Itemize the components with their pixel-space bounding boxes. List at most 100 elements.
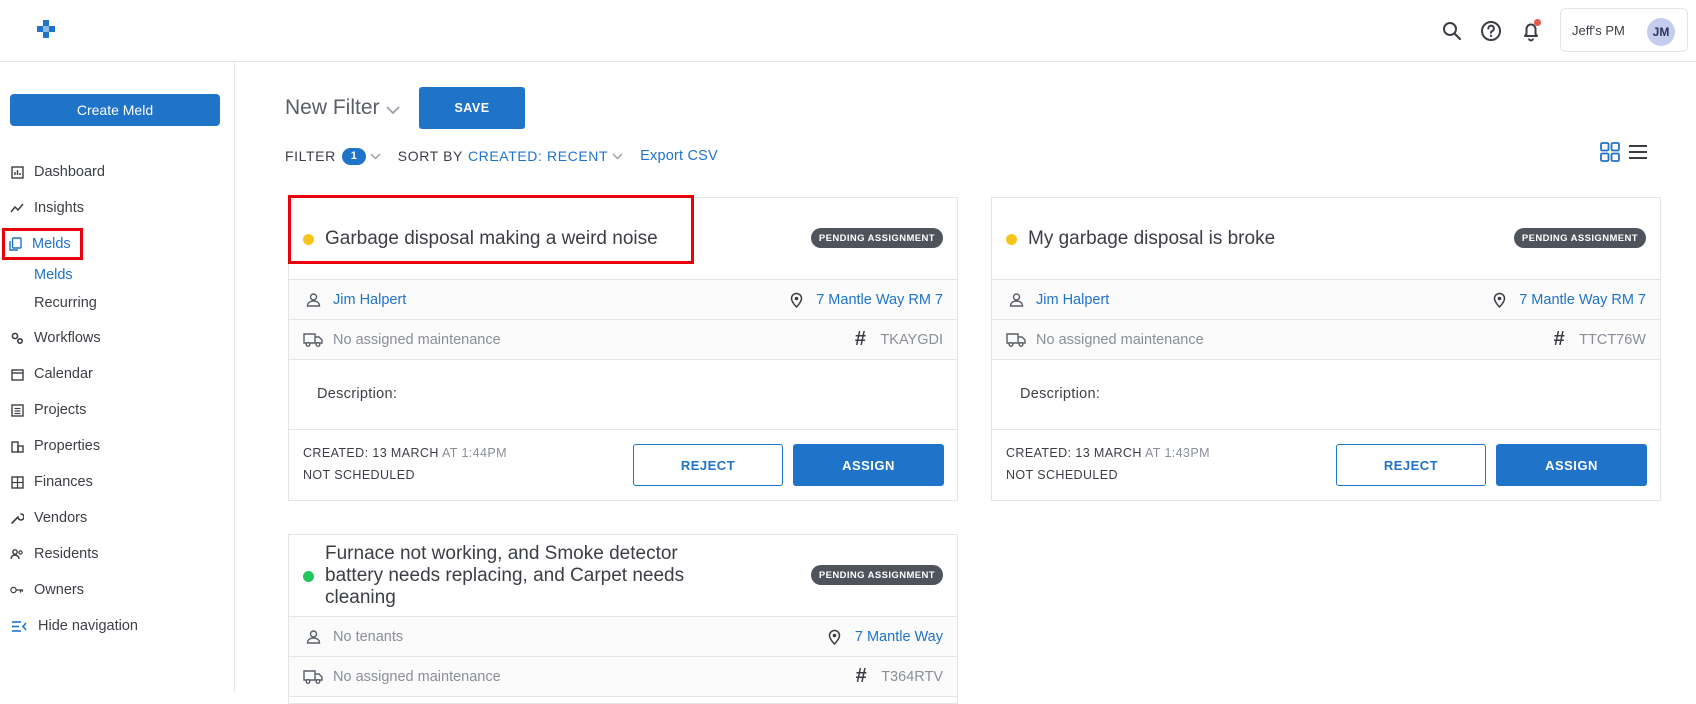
sidebar-item-label: Finances — [34, 474, 93, 490]
grid-view-icon[interactable] — [1600, 142, 1620, 162]
residents-icon — [10, 547, 24, 561]
export-csv-link[interactable]: Export CSV — [640, 148, 718, 164]
reject-button[interactable]: REJECT — [1336, 444, 1486, 486]
notifications-bell-icon[interactable] — [1518, 18, 1544, 44]
filter-toolbar: FILTER 1 SORT BY CREATED: RECENT Export … — [285, 146, 718, 166]
description-label: Description: — [317, 386, 398, 402]
sidebar-item-finances[interactable]: Finances — [10, 470, 93, 494]
address-link[interactable]: 7 Mantle Way — [855, 629, 943, 645]
filter-label[interactable]: FILTER — [285, 148, 336, 164]
save-filter-button[interactable]: SAVE — [419, 87, 525, 129]
meld-title-line: Furnace not working, and Smoke detector — [325, 543, 678, 564]
owners-icon — [10, 583, 24, 597]
filter-count-badge[interactable]: 1 — [341, 147, 366, 165]
sidebar-item-calendar[interactable]: Calendar — [10, 362, 93, 386]
created-time: AT 1:43PM — [1144, 446, 1210, 460]
sidebar-item-projects[interactable]: Projects — [10, 398, 86, 422]
tenant-link[interactable]: Jim Halpert — [1036, 292, 1109, 308]
finances-icon — [10, 475, 24, 489]
maintenance-status: No assigned maintenance — [1036, 331, 1204, 348]
meld-title-line: battery needs replacing, and Carpet need… — [325, 565, 685, 586]
meld-reference: TKAYGDI — [880, 331, 943, 348]
filter-name-dropdown[interactable]: New Filter — [285, 96, 400, 120]
hash-icon: # — [1553, 328, 1565, 350]
avatar: JM — [1647, 18, 1675, 46]
created-date-text: CREATED: 13 MARCH — [303, 446, 439, 460]
notification-dot — [1534, 19, 1541, 26]
sidebar-item-residents[interactable]: Residents — [10, 542, 98, 566]
sidebar-item-insights[interactable]: Insights — [10, 196, 84, 220]
sidebar-item-label: Hide navigation — [38, 618, 138, 634]
status-dot — [303, 234, 314, 245]
chevron-down-icon[interactable] — [612, 152, 623, 160]
address-link[interactable]: 7 Mantle Way RM 7 — [816, 292, 943, 308]
sidebar-item-label: Dashboard — [34, 164, 105, 180]
chevron-down-icon[interactable] — [370, 152, 381, 160]
sidebar-item-dashboard[interactable]: Dashboard — [10, 160, 105, 184]
tenant-link[interactable]: Jim Halpert — [333, 292, 406, 308]
property-meld-logo[interactable] — [34, 18, 58, 42]
tenant-status: No tenants — [333, 628, 404, 645]
maintenance-row: No assigned maintenance # TKAYGDI — [289, 320, 957, 360]
sidebar-item-hide-navigation[interactable]: Hide navigation — [10, 614, 138, 638]
top-bar: Jeff's PM JM — [0, 0, 1696, 62]
meld-title-line: cleaning — [325, 587, 396, 608]
sidebar-item-label: Residents — [34, 546, 99, 562]
meld-title[interactable]: Garbage disposal making a weird noise — [325, 228, 658, 250]
meld-card-footer: CREATED: 13 MARCH AT 1:43PM NOT SCHEDULE… — [992, 430, 1660, 500]
vendors-icon — [10, 511, 24, 525]
sidebar-item-melds[interactable]: Melds — [2, 228, 83, 260]
schedule-status: NOT SCHEDULED — [303, 468, 415, 482]
meld-card[interactable]: Furnace not working, and Smoke detector … — [288, 534, 958, 704]
workflows-icon — [10, 331, 24, 345]
truck-icon — [303, 331, 323, 349]
sidebar-item-label: Melds — [32, 236, 71, 252]
sidebar-item-label: Owners — [34, 582, 84, 598]
maintenance-status: No assigned maintenance — [333, 331, 501, 348]
address-link[interactable]: 7 Mantle Way RM 7 — [1519, 292, 1646, 308]
melds-icon — [8, 237, 22, 251]
hash-icon: # — [854, 328, 866, 350]
hide-navigation-icon — [10, 619, 28, 633]
meld-reference: TTCT76W — [1579, 331, 1646, 348]
meld-card[interactable]: Garbage disposal making a weird noise PE… — [288, 195, 958, 501]
view-toggle — [1600, 142, 1648, 162]
sidebar-item-vendors[interactable]: Vendors — [10, 506, 87, 530]
schedule-status: NOT SCHEDULED — [1006, 468, 1118, 482]
sidebar-item-label: Vendors — [34, 510, 88, 526]
account-menu[interactable]: Jeff's PM JM — [1560, 8, 1688, 52]
assign-button[interactable]: ASSIGN — [1496, 444, 1647, 486]
description-section: Description: — [992, 360, 1660, 430]
search-icon[interactable] — [1439, 18, 1465, 44]
calendar-icon — [10, 367, 24, 381]
meld-card[interactable]: My garbage disposal is broke PENDING ASS… — [991, 197, 1661, 501]
sidebar: Create Meld Dashboard Insights Melds Mel… — [0, 62, 235, 692]
sidebar-subitem-melds[interactable]: Melds — [34, 267, 73, 283]
description-section: Description: — [289, 360, 957, 430]
help-icon[interactable] — [1478, 18, 1504, 44]
meld-title[interactable]: Furnace not working, and Smoke detector … — [325, 543, 684, 609]
filter-name: New Filter — [285, 96, 380, 119]
create-meld-button[interactable]: Create Meld — [10, 94, 220, 126]
meld-title[interactable]: My garbage disposal is broke — [1028, 228, 1275, 250]
status-dot — [303, 571, 314, 582]
tenant-address-row: Jim Halpert 7 Mantle Way RM 7 — [289, 280, 957, 320]
sidebar-subitem-recurring[interactable]: Recurring — [34, 295, 97, 311]
sidebar-item-owners[interactable]: Owners — [10, 578, 84, 602]
insights-icon — [10, 201, 24, 215]
list-view-icon[interactable] — [1628, 142, 1648, 162]
sidebar-item-workflows[interactable]: Workflows — [10, 326, 101, 350]
sort-dropdown[interactable]: CREATED: RECENT — [468, 148, 608, 164]
sidebar-item-label: Properties — [34, 438, 101, 454]
status-badge: PENDING ASSIGNMENT — [1513, 228, 1646, 248]
hash-icon: # — [855, 665, 867, 687]
sidebar-item-label: Workflows — [34, 330, 101, 346]
created-time: AT 1:44PM — [441, 446, 507, 460]
account-name: Jeff's PM — [1572, 22, 1625, 38]
assign-button[interactable]: ASSIGN — [793, 444, 944, 486]
sidebar-item-properties[interactable]: Properties — [10, 434, 100, 458]
properties-icon — [10, 439, 24, 453]
person-icon — [303, 628, 323, 646]
reject-button[interactable]: REJECT — [633, 444, 783, 486]
status-badge: PENDING ASSIGNMENT — [810, 565, 943, 585]
